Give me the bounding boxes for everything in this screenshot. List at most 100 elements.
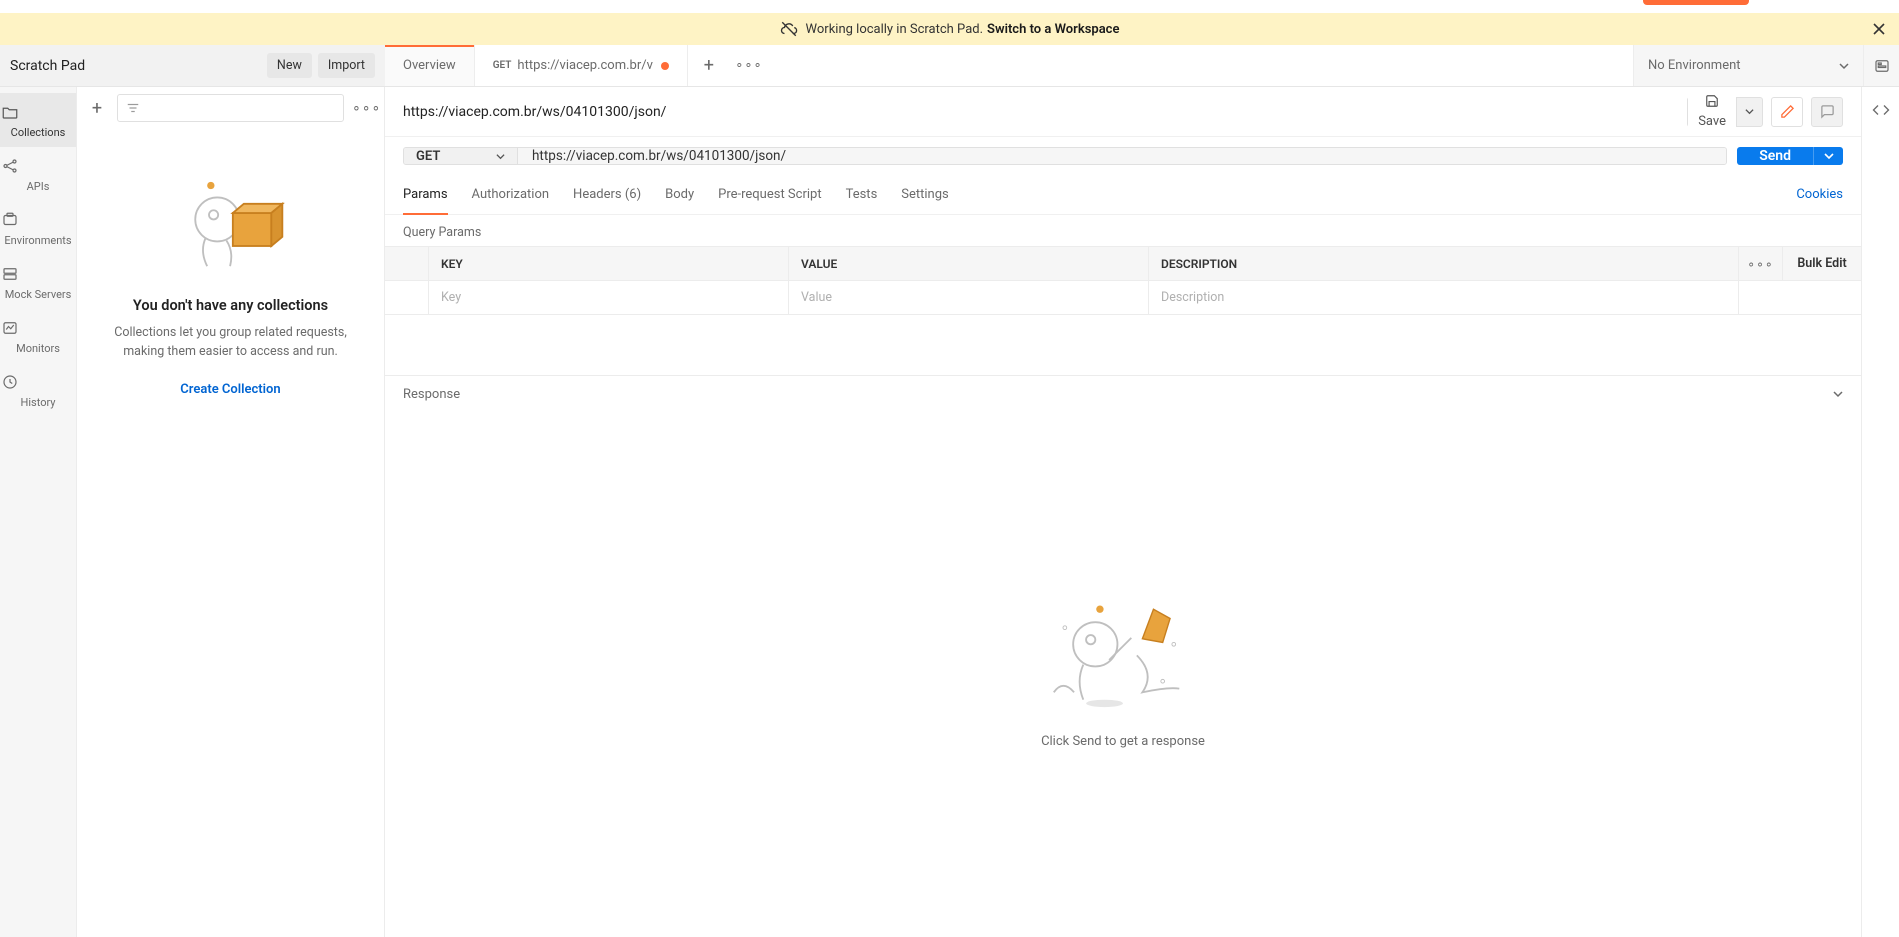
tabs-more-button[interactable]: ∘∘∘ [730,45,768,86]
response-collapse-button[interactable] [1833,389,1843,399]
rail-environments[interactable]: Environments [0,201,76,255]
tab-request-method: GET [493,60,512,71]
environments-icon [0,211,76,229]
param-key-input[interactable]: Key [429,281,789,314]
unsaved-dot-icon [661,62,669,70]
save-button[interactable]: Save [1687,97,1763,127]
orange-top-accent [1643,0,1749,5]
comments-button[interactable] [1811,97,1843,127]
code-snippet-button[interactable] [1872,101,1890,119]
banner-message: Working locally in Scratch Pad. [806,22,983,37]
create-collection-link[interactable]: Create Collection [180,382,280,397]
param-value-input[interactable]: Value [789,281,1149,314]
tab-overview-label: Overview [403,58,456,73]
sidebar-add-button[interactable]: + [85,96,109,120]
tab-headers[interactable]: Headers (6) [573,175,641,214]
request-title-row: https://viacep.com.br/ws/04101300/json/ … [385,87,1861,137]
response-empty-state: Click Send to get a response [385,412,1861,937]
mock-servers-icon [0,265,76,283]
send-button[interactable]: Send [1737,147,1843,165]
rail-collections-label: Collections [11,126,66,139]
col-key: KEY [429,247,789,280]
rail-apis[interactable]: APIs [0,147,76,201]
new-button[interactable]: New [267,53,312,78]
params-options-button[interactable]: ∘∘∘ [1739,247,1783,280]
send-dropdown-button[interactable] [1813,147,1843,165]
http-method-selector[interactable]: GET [404,148,518,164]
new-tab-button[interactable]: + [688,45,730,86]
collections-icon [0,103,76,121]
empty-heading: You don't have any collections [133,297,328,314]
comment-icon [1820,104,1835,119]
request-subtabs: Params Authorization Headers (6) Body Pr… [385,175,1861,215]
environment-quicklook-button[interactable] [1863,45,1899,86]
save-icon [1705,94,1719,108]
tab-params[interactable]: Params [403,175,448,214]
rail-mock-servers[interactable]: Mock Servers [0,255,76,309]
params-table: KEY VALUE DESCRIPTION ∘∘∘ Bulk Edit Key … [385,246,1861,315]
param-desc-input[interactable]: Description [1149,281,1739,314]
response-panel: Response [385,375,1861,937]
sidebar-toolbar: + ∘∘∘ [77,87,384,129]
tab-authorization[interactable]: Authorization [472,175,550,214]
col-value: VALUE [789,247,1149,280]
header-bar: Scratch Pad New Import Overview GET http… [0,45,1899,87]
tab-request[interactable]: GET https://viacep.com.br/v [475,45,688,86]
apis-icon [0,157,76,175]
environment-label: No Environment [1648,58,1741,73]
pencil-icon [1780,104,1795,119]
banner-close-button[interactable] [1869,19,1889,39]
rail-collections[interactable]: Collections [0,93,76,147]
cookies-link[interactable]: Cookies [1796,187,1843,202]
top-strip [0,0,1899,13]
rail-history[interactable]: History [0,363,76,417]
rail-monitors-label: Monitors [16,342,60,355]
request-tabs-bar: Overview GET https://viacep.com.br/v + ∘… [385,45,1633,86]
filter-icon [126,101,140,115]
query-params-label: Query Params [385,215,1861,246]
response-header: Response [385,376,1861,412]
rail-environments-label: Environments [4,234,71,247]
rail-monitors[interactable]: Monitors [0,309,76,363]
request-title[interactable]: https://viacep.com.br/ws/04101300/json/ [403,104,1687,120]
params-input-row[interactable]: Key Value Description ∘∘∘ [385,281,1861,315]
monitors-icon [0,319,76,337]
bulk-edit-button[interactable]: Bulk Edit [1783,247,1861,280]
history-icon [0,373,76,391]
workspace-title: Scratch Pad [10,58,85,74]
tab-overview[interactable]: Overview [385,45,475,86]
left-nav-rail: Collections APIs Environments Mock Serve… [0,87,77,937]
url-input[interactable] [518,148,1726,164]
import-button[interactable]: Import [318,53,375,78]
collections-empty-state: You don't have any collections Collectio… [77,129,384,937]
send-label: Send [1737,147,1813,165]
rail-mock-label: Mock Servers [5,288,72,301]
col-description: DESCRIPTION [1149,247,1739,280]
sidebar-more-button[interactable]: ∘∘∘ [352,100,376,116]
response-label: Response [403,387,460,402]
scratch-pad-banner: Working locally in Scratch Pad. Switch t… [0,13,1899,45]
environment-selector[interactable]: No Environment [1633,45,1863,86]
save-dropdown-button[interactable] [1736,98,1762,126]
url-group: GET [403,147,1727,165]
url-row: GET Send [385,137,1861,175]
chevron-down-icon [1839,61,1849,71]
rail-apis-label: APIs [27,180,50,193]
edit-button[interactable] [1771,97,1803,127]
tab-tests[interactable]: Tests [846,175,878,214]
tab-body[interactable]: Body [665,175,694,214]
tab-prerequest[interactable]: Pre-request Script [718,175,821,214]
astronaut-rocket-illustration [1043,600,1203,720]
cloud-off-icon [780,20,798,38]
sidebar-filter-input[interactable] [117,94,344,122]
code-icon [1872,101,1890,119]
rail-history-label: History [21,396,56,409]
astronaut-box-illustration [176,169,286,279]
tab-settings[interactable]: Settings [901,175,948,214]
right-context-rail [1861,87,1899,937]
workspace-header: Scratch Pad New Import [0,45,385,86]
empty-text: Collections let you group related reques… [106,324,356,362]
banner-switch-link[interactable]: Switch to a Workspace [987,22,1119,37]
response-empty-text: Click Send to get a response [1041,734,1205,749]
tab-request-label: https://viacep.com.br/v [517,58,653,73]
